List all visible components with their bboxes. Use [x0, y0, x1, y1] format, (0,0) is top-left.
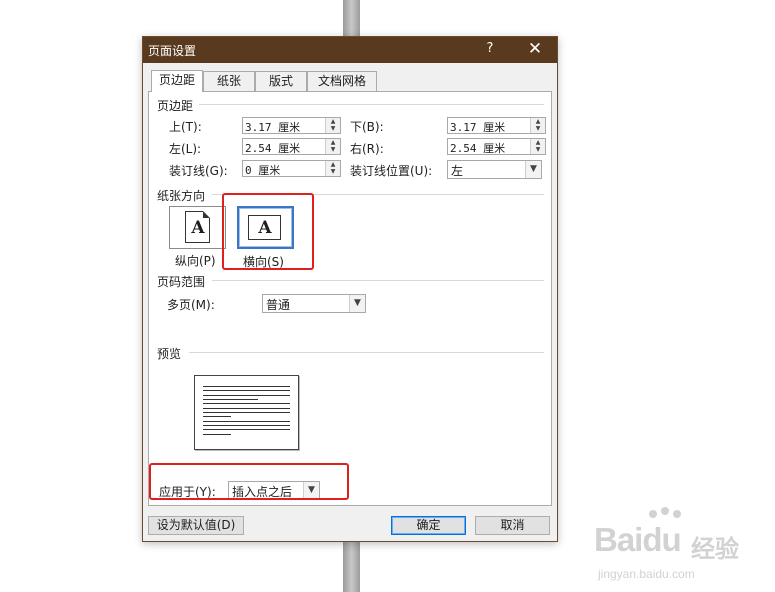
bottom-margin-label: 下(B): — [350, 120, 384, 134]
background-pole-top — [343, 0, 360, 40]
multiple-pages-value: 普通 — [266, 298, 291, 312]
portrait-label: 纵向(P) — [175, 254, 216, 268]
watermark-brand: Baidu — [594, 521, 682, 558]
separator-pages — [212, 280, 544, 281]
spin-down-icon[interactable]: ▼ — [531, 146, 545, 153]
spin-up-icon[interactable]: ▲ — [326, 139, 340, 146]
spin-up-icon[interactable]: ▲ — [326, 161, 340, 168]
preview-page — [194, 375, 299, 450]
spin-up-icon[interactable]: ▲ — [326, 118, 340, 125]
help-icon[interactable]: ? — [483, 41, 497, 56]
portrait-option[interactable]: A — [169, 206, 226, 249]
margins-panel: 页边距 上(T): 3.17 厘米 ▲ ▼ 下(B): 3.17 厘米 ▲ ▼ 左(… — [148, 91, 552, 506]
preview-section-label: 预览 — [157, 345, 182, 362]
dialog-title: 页面设置 — [148, 44, 197, 58]
left-margin-spinner[interactable]: 2.54 厘米 ▲ ▼ — [242, 138, 341, 155]
separator-preview — [189, 352, 544, 353]
spin-up-icon[interactable]: ▲ — [531, 139, 545, 146]
gutter-position-label: 装订线位置(U): — [350, 164, 433, 178]
orientation-section-label: 纸张方向 — [157, 187, 206, 204]
separator-margins — [199, 104, 544, 105]
chevron-down-icon[interactable]: ▼ — [525, 161, 541, 178]
gutter-label: 装订线(G): — [169, 164, 228, 178]
ok-button[interactable]: 确定 — [391, 516, 466, 535]
highlight-box-apply-to — [149, 463, 349, 500]
spin-down-icon[interactable]: ▼ — [531, 125, 545, 132]
tab-margins[interactable]: 页边距 — [151, 70, 203, 92]
gutter-position-select[interactable]: 左 ▼ — [447, 160, 542, 179]
tab-layout[interactable]: 版式 — [255, 71, 307, 91]
top-margin-value: 3.17 厘米 — [245, 121, 301, 134]
watermark-brand-cn: 经验 — [691, 535, 739, 563]
dialog-titlebar: 页面设置 ? ✕ — [143, 37, 557, 63]
margins-section-label: 页边距 — [157, 97, 194, 114]
spin-up-icon[interactable]: ▲ — [531, 118, 545, 125]
spin-down-icon[interactable]: ▼ — [326, 168, 340, 175]
cancel-button[interactable]: 取消 — [475, 516, 550, 535]
tab-document-grid[interactable]: 文档网格 — [307, 71, 377, 91]
gutter-spinner[interactable]: 0 厘米 ▲ ▼ — [242, 160, 341, 177]
portrait-page-icon: A — [185, 211, 210, 243]
multiple-pages-label: 多页(M): — [167, 298, 215, 312]
bottom-margin-value: 3.17 厘米 — [450, 121, 506, 134]
right-margin-label: 右(R): — [350, 142, 384, 156]
left-margin-label: 左(L): — [169, 142, 202, 156]
tab-paper[interactable]: 纸张 — [203, 71, 255, 91]
left-margin-value: 2.54 厘米 — [245, 142, 301, 155]
spin-down-icon[interactable]: ▼ — [326, 146, 340, 153]
pages-section-label: 页码范围 — [157, 273, 206, 290]
gutter-value: 0 厘米 — [245, 164, 281, 177]
chevron-down-icon[interactable]: ▼ — [349, 295, 365, 312]
right-margin-value: 2.54 厘米 — [450, 142, 506, 155]
set-default-button[interactable]: 设为默认值(D) — [148, 516, 244, 535]
baidu-jingyan-watermark: Baidu 经验 jingyan.baidu.com — [594, 507, 744, 587]
top-margin-spinner[interactable]: 3.17 厘米 ▲ ▼ — [242, 117, 341, 134]
spin-down-icon[interactable]: ▼ — [326, 125, 340, 132]
portrait-glyph: A — [191, 218, 205, 238]
highlight-box-orientation — [222, 193, 314, 270]
right-margin-spinner[interactable]: 2.54 厘米 ▲ ▼ — [447, 138, 546, 155]
background-pole-bottom — [343, 541, 360, 592]
top-margin-label: 上(T): — [169, 120, 202, 134]
close-icon[interactable]: ✕ — [525, 39, 545, 59]
multiple-pages-select[interactable]: 普通 ▼ — [262, 294, 366, 313]
watermark-url: jingyan.baidu.com — [598, 567, 695, 581]
bottom-margin-spinner[interactable]: 3.17 厘米 ▲ ▼ — [447, 117, 546, 134]
gutter-position-value: 左 — [451, 164, 464, 178]
